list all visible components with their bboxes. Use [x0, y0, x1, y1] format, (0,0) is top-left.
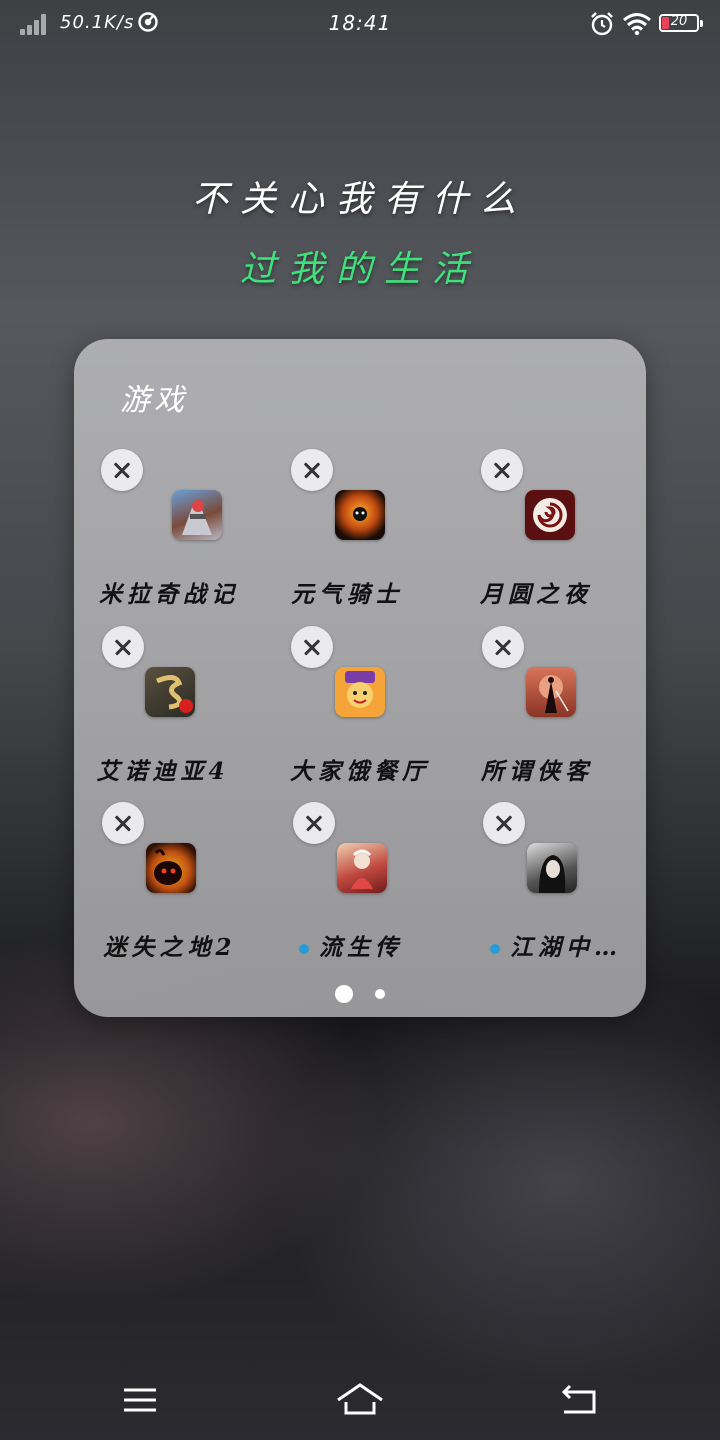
app-label: 迷失之地2 [103, 934, 237, 961]
delete-app-button[interactable] [483, 802, 525, 844]
app-label: 流生传 [256, 928, 446, 962]
battery-icon: 20 [659, 14, 703, 32]
page-indicator [74, 983, 646, 1003]
delete-app-button[interactable] [291, 449, 333, 491]
delete-app-button[interactable] [481, 449, 523, 491]
new-app-dot [490, 944, 500, 954]
status-bar: 50.1K/s 18:41 20 [0, 0, 720, 48]
battery-level: 20 [670, 14, 688, 29]
wifi-icon [623, 13, 651, 36]
back-icon[interactable] [556, 1380, 604, 1420]
app-xiake[interactable]: 所谓侠客 [481, 626, 672, 796]
menu-icon[interactable] [116, 1380, 164, 1420]
app-label: 江湖中… [461, 928, 651, 962]
delete-app-button[interactable] [101, 449, 143, 491]
app-label: 艾诺迪亚4 [96, 758, 230, 785]
fantasy-hero-icon [337, 843, 387, 893]
soul-knight-icon [335, 490, 385, 540]
app-label: 月圆之夜 [480, 581, 592, 608]
folder-title[interactable]: 游戏 [120, 375, 188, 419]
delete-app-button[interactable] [293, 802, 335, 844]
new-app-dot [299, 944, 309, 954]
app-label: 元气骑士 [291, 581, 403, 608]
app-liusheng[interactable]: 流生传 [293, 802, 483, 972]
app-folder: 游戏 米拉奇战记 元气骑士 月圆之夜 艾诺迪亚4 大家饿餐厅 所谓侠客 迷失之地… [74, 339, 646, 1017]
app-jianghu[interactable]: 江湖中… [483, 802, 673, 972]
alarm-icon [591, 12, 613, 36]
warrior-game-icon [172, 490, 222, 540]
cartoon-chef-icon [335, 667, 385, 717]
navigation-bar [0, 1360, 720, 1440]
jianghu-portrait-icon [527, 843, 577, 893]
app-label: 大家饿餐厅 [290, 758, 430, 785]
delete-app-button[interactable] [102, 626, 144, 668]
delete-app-button[interactable] [482, 626, 524, 668]
app-aino[interactable]: 艾诺迪亚4 [96, 626, 292, 796]
delete-app-button[interactable] [291, 626, 333, 668]
wallpaper-quote-line1: 不关心我有什么 [191, 179, 528, 220]
delete-app-button[interactable] [102, 802, 144, 844]
page-dot-active[interactable] [335, 984, 354, 1003]
moon-swirl-icon [525, 490, 575, 540]
app-label: 所谓侠客 [481, 758, 593, 785]
app-moon-night[interactable]: 月圆之夜 [480, 449, 671, 619]
dragon-game-icon [145, 667, 195, 717]
wallpaper-quote-line2: 过我的生活 [239, 249, 480, 290]
swordsman-silhouette-icon [526, 667, 576, 717]
app-label: 米拉奇战记 [99, 581, 239, 608]
shadow-creature-icon [146, 843, 196, 893]
page-dot[interactable] [374, 988, 385, 999]
home-icon[interactable] [336, 1380, 384, 1420]
